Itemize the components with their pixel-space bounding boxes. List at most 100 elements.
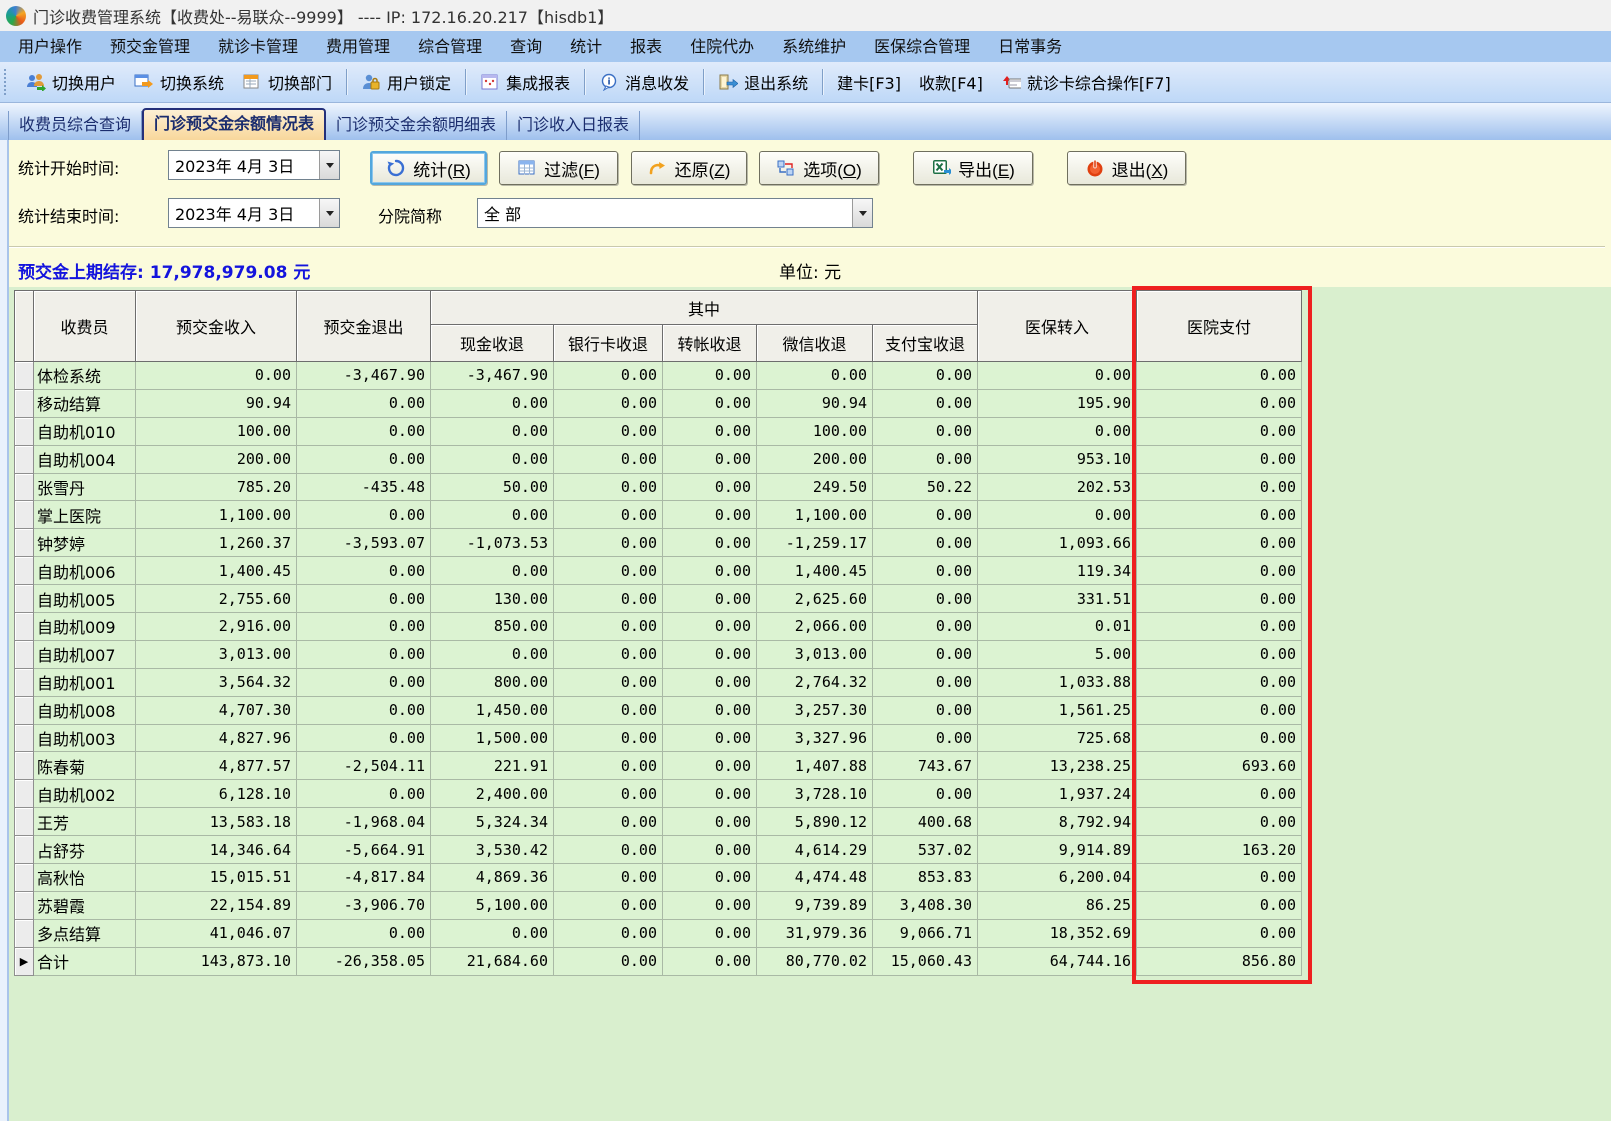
table-row[interactable]: 自助机004 200.00 0.00 0.00 0.00 0.00 200.00 0.00 95… bbox=[14, 444, 1302, 474]
value-cell[interactable]: 5,890.12 bbox=[756, 807, 873, 837]
value-cell[interactable]: 21,684.60 bbox=[430, 946, 554, 976]
tab-3[interactable]: 门诊预交金余额明细表 bbox=[326, 111, 508, 140]
value-cell[interactable]: 0.00 bbox=[662, 751, 757, 781]
value-cell[interactable]: 64,744.16 bbox=[977, 946, 1137, 976]
cashier-name-cell[interactable]: 占舒芬 bbox=[33, 835, 136, 865]
cashier-name-cell[interactable]: 掌上医院 bbox=[33, 500, 136, 530]
value-cell[interactable]: 800.00 bbox=[430, 667, 554, 697]
value-cell[interactable]: 2,400.00 bbox=[430, 779, 554, 809]
value-cell[interactable]: 0.00 bbox=[872, 723, 978, 753]
value-cell[interactable]: 4,827.96 bbox=[135, 723, 297, 753]
value-cell[interactable]: 0.00 bbox=[296, 612, 431, 641]
toolbar-button-3[interactable]: 切换部门 bbox=[238, 67, 336, 97]
table-row[interactable]: 自助机005 2,755.60 0.00 130.00 0.00 0.00 2,625.60… bbox=[14, 584, 1302, 614]
table-row[interactable]: 自助机002 6,128.10 0.00 2,400.00 0.00 0.00 3,728.… bbox=[14, 779, 1302, 809]
menu-item-5[interactable]: 综合管理 bbox=[404, 31, 496, 62]
table-row[interactable]: 移动结算 90.94 0.00 0.00 0.00 0.00 90.94 0.00 195.90… bbox=[14, 388, 1302, 418]
branch-dropdown-icon[interactable] bbox=[852, 199, 872, 227]
value-cell[interactable]: 4,869.36 bbox=[430, 863, 554, 892]
value-cell[interactable]: 1,400.45 bbox=[756, 556, 873, 586]
value-cell[interactable]: 537.02 bbox=[872, 835, 978, 865]
toolbar-button-5[interactable]: 用户锁定 bbox=[357, 67, 455, 97]
cashier-name-cell[interactable]: 自助机001 bbox=[33, 667, 136, 697]
value-cell[interactable]: 41,046.07 bbox=[135, 918, 297, 948]
value-cell[interactable]: 0.00 bbox=[662, 863, 757, 892]
table-row[interactable]: 多点结算 41,046.07 0.00 0.00 0.00 0.00 31,979.36 9,… bbox=[14, 918, 1302, 948]
value-cell[interactable]: 0.00 bbox=[872, 361, 978, 390]
value-cell[interactable]: 400.68 bbox=[872, 807, 978, 837]
value-cell[interactable]: 200.00 bbox=[135, 444, 297, 474]
value-cell[interactable]: -3,467.90 bbox=[430, 361, 554, 390]
table-row[interactable]: 自助机007 3,013.00 0.00 0.00 0.00 0.00 3,013.00 0.… bbox=[14, 639, 1302, 669]
branch-combobox[interactable]: 全 部 bbox=[477, 198, 873, 228]
value-cell[interactable]: 4,707.30 bbox=[135, 695, 297, 725]
value-cell[interactable]: 0.00 bbox=[662, 556, 757, 586]
value-cell[interactable]: 743.67 bbox=[872, 751, 978, 781]
row-selector-cell[interactable] bbox=[14, 388, 34, 418]
value-cell[interactable]: 0.00 bbox=[662, 946, 757, 976]
value-cell[interactable]: 163.20 bbox=[1136, 835, 1302, 865]
value-cell[interactable]: 0.00 bbox=[662, 918, 757, 948]
table-row[interactable]: 王芳 13,583.18 -1,968.04 5,324.34 0.00 0.00 5,89… bbox=[14, 807, 1302, 837]
menu-item-9[interactable]: 住院代办 bbox=[676, 31, 768, 62]
value-cell[interactable]: 0.00 bbox=[553, 751, 663, 781]
cashier-name-cell[interactable]: 自助机007 bbox=[33, 639, 136, 669]
value-cell[interactable]: 0.00 bbox=[662, 416, 757, 446]
tab-2[interactable]: 门诊预交金余额情况表 bbox=[142, 108, 327, 140]
value-cell[interactable]: 0.00 bbox=[1136, 500, 1302, 530]
row-selector-cell[interactable] bbox=[14, 863, 34, 892]
value-cell[interactable]: 0.00 bbox=[662, 472, 757, 502]
start-date-dropdown-icon[interactable] bbox=[319, 151, 339, 179]
value-cell[interactable]: 0.00 bbox=[553, 416, 663, 446]
value-cell[interactable]: 0.00 bbox=[977, 361, 1137, 390]
value-cell[interactable]: 50.22 bbox=[872, 472, 978, 502]
cashier-name-cell[interactable]: 自助机004 bbox=[33, 444, 136, 474]
cashier-name-cell[interactable]: 王芳 bbox=[33, 807, 136, 837]
value-cell[interactable]: 0.00 bbox=[1136, 388, 1302, 418]
value-cell[interactable]: 6,200.04 bbox=[977, 863, 1137, 892]
row-selector-cell[interactable] bbox=[14, 639, 34, 669]
value-cell[interactable]: 0.00 bbox=[430, 416, 554, 446]
cashier-name-cell[interactable]: 钟梦婷 bbox=[33, 528, 136, 558]
toolbar-button-15[interactable]: 就诊卡综合操作[F7] bbox=[997, 67, 1175, 97]
menu-item-1[interactable]: 用户操作 bbox=[4, 31, 96, 62]
value-cell[interactable]: 0.00 bbox=[553, 695, 663, 725]
row-selector-cell[interactable]: ▶ bbox=[14, 946, 34, 976]
value-cell[interactable]: 0.00 bbox=[296, 556, 431, 586]
value-cell[interactable]: 15,015.51 bbox=[135, 863, 297, 892]
value-cell[interactable]: -3,467.90 bbox=[296, 361, 431, 390]
table-row[interactable]: 陈春菊 4,877.57 -2,504.11 221.91 0.00 0.00 1,407.… bbox=[14, 751, 1302, 781]
value-cell[interactable]: 0.00 bbox=[872, 388, 978, 418]
value-cell[interactable]: 0.00 bbox=[662, 612, 757, 641]
value-cell[interactable]: 0.00 bbox=[553, 528, 663, 558]
value-cell[interactable]: 22,154.89 bbox=[135, 890, 297, 920]
value-cell[interactable]: 0.00 bbox=[553, 444, 663, 474]
value-cell[interactable]: 0.00 bbox=[1136, 361, 1302, 390]
value-cell[interactable]: 1,937.24 bbox=[977, 779, 1137, 809]
menu-item-7[interactable]: 统计 bbox=[556, 31, 616, 62]
value-cell[interactable]: 0.00 bbox=[553, 639, 663, 669]
value-cell[interactable]: 2,066.00 bbox=[756, 612, 873, 641]
value-cell[interactable]: 9,066.71 bbox=[872, 918, 978, 948]
value-cell[interactable]: 0.00 bbox=[1136, 890, 1302, 920]
value-cell[interactable]: 0.01 bbox=[977, 612, 1137, 641]
value-cell[interactable]: 50.00 bbox=[430, 472, 554, 502]
value-cell[interactable]: 1,561.25 bbox=[977, 695, 1137, 725]
value-cell[interactable]: 0.00 bbox=[977, 500, 1137, 530]
value-cell[interactable]: 0.00 bbox=[553, 835, 663, 865]
cashier-name-cell[interactable]: 自助机010 bbox=[33, 416, 136, 446]
table-row[interactable]: ▶ 合计 143,873.10 -26,358.05 21,684.60 0.00 0.00… bbox=[14, 946, 1302, 976]
row-selector-cell[interactable] bbox=[14, 556, 34, 586]
row-selector-cell[interactable] bbox=[14, 918, 34, 948]
value-cell[interactable]: 0.00 bbox=[296, 779, 431, 809]
cashier-name-cell[interactable]: 自助机005 bbox=[33, 584, 136, 614]
value-cell[interactable]: 1,260.37 bbox=[135, 528, 297, 558]
value-cell[interactable]: 80,770.02 bbox=[756, 946, 873, 976]
value-cell[interactable]: 0.00 bbox=[872, 584, 978, 614]
value-cell[interactable]: 0.00 bbox=[553, 361, 663, 390]
value-cell[interactable]: 3,408.30 bbox=[872, 890, 978, 920]
value-cell[interactable]: 0.00 bbox=[553, 890, 663, 920]
action-button-6[interactable]: 退出(X) bbox=[1067, 151, 1186, 185]
value-cell[interactable]: -3,593.07 bbox=[296, 528, 431, 558]
value-cell[interactable]: 0.00 bbox=[430, 918, 554, 948]
